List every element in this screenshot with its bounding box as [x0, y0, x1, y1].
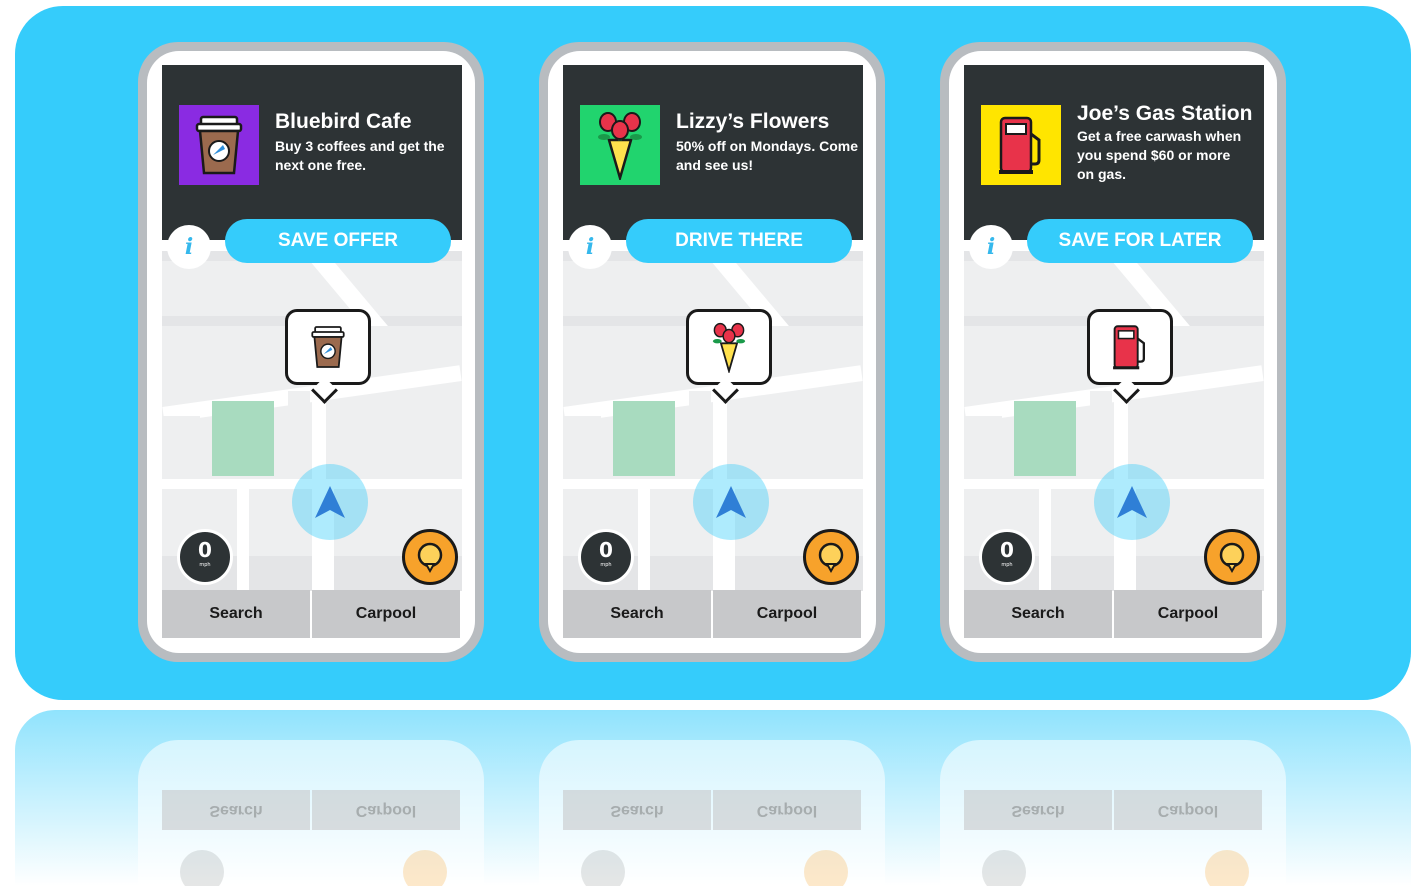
report-reflection: [403, 850, 447, 886]
chat-bubble-icon: [417, 542, 443, 573]
offer-card[interactable]: Lizzy’s Flowers 50% off on Mondays. Come…: [563, 65, 863, 240]
map-pin-bluebird-cafe[interactable]: [285, 309, 371, 385]
speed-unit: mph: [199, 562, 211, 568]
phone-lizzys-flowers: Lizzy’s Flowers 50% off on Mondays. Come…: [539, 42, 885, 662]
carpool-button[interactable]: Carpool: [1114, 590, 1262, 638]
park-area: [212, 401, 274, 476]
info-button[interactable]: i: [568, 225, 612, 269]
report-reflection: [1205, 850, 1249, 886]
carpool-reflection: Carpool: [1114, 790, 1262, 830]
speed-unit: mph: [600, 562, 612, 568]
search-reflection: Search: [162, 790, 310, 830]
navigation-arrow-icon: [716, 486, 746, 518]
offer-description: 50% off on Mondays. Come and see us!: [676, 138, 859, 173]
business-name: Lizzy’s Flowers: [676, 110, 830, 133]
gas-pump-icon: [999, 116, 1041, 174]
map-pin-joes-gas-station[interactable]: [1087, 309, 1173, 385]
report-button[interactable]: [1204, 529, 1260, 585]
info-button[interactable]: i: [167, 225, 211, 269]
navigation-arrow-icon: [1117, 486, 1147, 518]
speed-value: 0: [599, 538, 613, 562]
gas-pump-icon: [1113, 325, 1145, 370]
navigation-arrow-icon: [315, 486, 345, 518]
speedometer: 0 mph: [578, 529, 634, 585]
map-pin-lizzys-flowers[interactable]: [686, 309, 772, 385]
search-reflection: Search: [964, 790, 1112, 830]
coffee-cup-icon: [311, 326, 345, 368]
speed-value: 0: [198, 538, 212, 562]
carpool-reflection: Carpool: [312, 790, 460, 830]
coffee-cup-icon: [195, 115, 243, 175]
search-button[interactable]: Search: [964, 590, 1112, 638]
business-name: Bluebird Cafe: [275, 110, 412, 133]
offer-card[interactable]: Bluebird Cafe Buy 3 coffees and get the …: [162, 65, 462, 240]
offer-description: Get a free carwash when you spend $60 or…: [1077, 128, 1242, 182]
phone-joes-gas-station: Joe’s Gas Station Get a free carwash whe…: [940, 42, 1286, 662]
report-reflection: [804, 850, 848, 886]
save-offer-button[interactable]: SAVE OFFER: [225, 219, 451, 263]
report-button[interactable]: [402, 529, 458, 585]
carpool-reflection: Carpool: [713, 790, 861, 830]
park-area: [1014, 401, 1076, 476]
phone-screen: Joe’s Gas Station Get a free carwash whe…: [949, 51, 1277, 653]
banner-reflection: Search Carpool Search Carpool Search Car…: [15, 710, 1411, 886]
report-button[interactable]: [803, 529, 859, 585]
phone-screen: Lizzy’s Flowers 50% off on Mondays. Come…: [548, 51, 876, 653]
carpool-button[interactable]: Carpool: [713, 590, 861, 638]
phone-reflection: Search Carpool: [138, 740, 484, 886]
business-name: Joe’s Gas Station: [1077, 102, 1253, 125]
phone-reflection: Search Carpool: [539, 740, 885, 886]
drive-there-button[interactable]: DRIVE THERE: [626, 219, 852, 263]
search-button[interactable]: Search: [162, 590, 310, 638]
phone-reflection: Search Carpool: [940, 740, 1286, 886]
speed-value: 0: [1000, 538, 1014, 562]
save-for-later-button[interactable]: SAVE FOR LATER: [1027, 219, 1253, 263]
speedometer-reflection: [581, 850, 625, 886]
speedometer-reflection: [982, 850, 1026, 886]
info-button[interactable]: i: [969, 225, 1013, 269]
business-logo: [179, 105, 259, 185]
offer-card[interactable]: Joe’s Gas Station Get a free carwash whe…: [964, 65, 1264, 240]
phone-bluebird-cafe: Bluebird Cafe Buy 3 coffees and get the …: [138, 42, 484, 662]
chat-bubble-icon: [1219, 542, 1245, 573]
current-location-marker: [292, 464, 368, 540]
speedometer: 0 mph: [979, 529, 1035, 585]
speed-unit: mph: [1001, 562, 1013, 568]
speedometer: 0 mph: [177, 529, 233, 585]
phone-screen: Bluebird Cafe Buy 3 coffees and get the …: [147, 51, 475, 653]
offer-description: Buy 3 coffees and get the next one free.: [275, 138, 445, 173]
carpool-button[interactable]: Carpool: [312, 590, 460, 638]
park-area: [613, 401, 675, 476]
search-reflection: Search: [563, 790, 711, 830]
business-logo: [580, 105, 660, 185]
current-location-marker: [1094, 464, 1170, 540]
chat-bubble-icon: [818, 542, 844, 573]
speedometer-reflection: [180, 850, 224, 886]
search-button[interactable]: Search: [563, 590, 711, 638]
flower-bouquet-icon: [712, 322, 746, 373]
business-logo: [981, 105, 1061, 185]
flower-bouquet-icon: [598, 112, 642, 180]
current-location-marker: [693, 464, 769, 540]
